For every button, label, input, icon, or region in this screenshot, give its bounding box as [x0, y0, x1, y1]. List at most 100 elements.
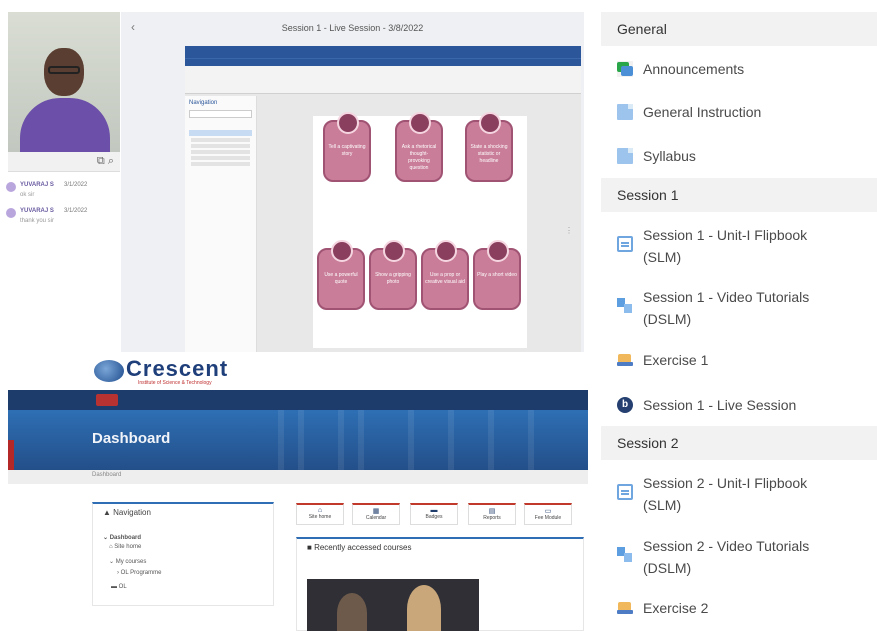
section-title: Session 2 [617, 435, 679, 451]
activity-label: Session 1 - Unit-I Flipbook (SLM) [643, 227, 808, 265]
screen-share-area: ‹ Session 1 - Live Session - 3/8/2022 Na… [121, 12, 584, 362]
activity-label: Syllabus [643, 148, 696, 164]
hook-card-icon [409, 112, 431, 134]
hook-card: Use a prop or creative visual aid [421, 240, 469, 310]
avatar [6, 208, 16, 218]
nav-search-input[interactable] [189, 110, 252, 118]
activity-label: Exercise 1 [643, 352, 709, 368]
recent-courses-title: ■ Recently accessed courses [307, 543, 412, 552]
section-session-2[interactable]: Session 2 [601, 426, 877, 460]
nav-pane-title: Navigation [189, 100, 218, 106]
word-ribbon-tabs[interactable] [185, 58, 581, 66]
hook-card: Tell a captivating story [323, 112, 371, 182]
course-index-panel: General Announcements General Instructio… [601, 0, 877, 631]
word-ribbon[interactable] [185, 66, 581, 94]
breadcrumb-item[interactable]: Dashboard [92, 472, 121, 478]
screen: ⧉ ⌕ YUVARAJ S 3/1/2022 ok sir YUVARAJ S … [0, 0, 877, 631]
home-button[interactable] [96, 394, 118, 406]
file-icon [617, 104, 633, 120]
chat-author: YUVARAJ S [20, 208, 54, 214]
activity-label: Announcements [643, 61, 745, 77]
navigation-block-title: ▲ Navigation [103, 508, 151, 517]
home-icon: ⌂ [317, 507, 323, 514]
nav-item-ol[interactable]: ▬ OL [111, 584, 127, 590]
shortcut-fee-module[interactable]: ▭ Fee Module [524, 503, 572, 525]
chat-author: YUVARAJ S [20, 182, 54, 188]
nav-heading[interactable] [191, 144, 250, 148]
calendar-icon: ▦ [372, 508, 380, 515]
activity-label: Exercise 2 [643, 600, 709, 616]
word-navigation-pane: Navigation [185, 96, 257, 362]
shortcut-reports[interactable]: ▤ Reports [468, 503, 516, 525]
hook-card-icon [337, 112, 359, 134]
chat-date: 3/1/2022 [64, 182, 88, 188]
hook-card-text: Ask a rhetorical thought-provoking quest… [401, 144, 437, 171]
activity-label: Session 2 - Unit-I Flipbook (SLM) [643, 475, 808, 513]
hook-card-text: Tell a captivating story [328, 144, 366, 157]
site-logo-subtitle: Institute of Science & Technology [138, 380, 212, 386]
scroll-handle[interactable]: ⋮ [565, 226, 573, 235]
section-title: General [617, 21, 667, 37]
section-general[interactable]: General [601, 12, 877, 46]
word-titlebar [185, 46, 581, 58]
logo-icon [94, 360, 124, 382]
presenter-webcam [8, 12, 120, 152]
hook-card-icon [435, 240, 457, 262]
fee-icon: ▭ [544, 508, 552, 515]
nav-item-dashboard[interactable]: ⌄ Dashboard [103, 534, 141, 541]
hook-card-text: Play a short video [477, 272, 517, 278]
hook-card-text: Show a gripping photo [375, 272, 411, 285]
nav-heading[interactable] [191, 162, 250, 166]
activity-label: Session 1 - Video Tutorials (DSLM) [643, 289, 810, 327]
nav-heading[interactable] [191, 138, 250, 142]
top-navbar [8, 390, 588, 410]
hook-card: Show a gripping photo [369, 240, 417, 310]
section-session-1[interactable]: Session 1 [601, 178, 877, 212]
site-logo[interactable]: Crescent [126, 356, 228, 382]
activity-label: Session 2 - Video Tutorials (DSLM) [643, 538, 810, 576]
flipbook-icon [617, 236, 633, 252]
nav-item-my-courses[interactable]: ⌄ My courses [109, 558, 146, 565]
chat-text: thank you sir [20, 218, 55, 224]
hook-card-icon [331, 240, 353, 262]
flipbook-icon [617, 484, 633, 500]
navigation-block: ▲ Navigation ⌄ Dashboard ⌂ Site home ⌄ M… [92, 502, 274, 606]
page-title: Dashboard [92, 430, 171, 447]
hook-card-text: State a shocking statistic or headline [470, 144, 508, 164]
activity-label: General Instruction [643, 104, 762, 120]
chat-message: YUVARAJ S 3/1/2022 ok sir [6, 180, 124, 206]
nav-item-ol-programme[interactable]: › OL Programme [117, 570, 161, 576]
quiz-icon [617, 352, 633, 368]
bigbluebutton-icon: b [617, 397, 633, 413]
nav-heading-selected[interactable] [189, 130, 252, 136]
chat-date: 3/1/2022 [64, 208, 88, 214]
session-title: Session 1 - Live Session - 3/8/2022 [281, 23, 424, 33]
section-title: Session 1 [617, 187, 679, 203]
hook-card: Ask a rhetorical thought-provoking quest… [395, 112, 443, 182]
hook-card: Use a powerful quote [317, 240, 365, 310]
shortcut-calendar[interactable]: ▦ Calendar [352, 503, 400, 525]
chat-message: YUVARAJ S 3/1/2022 thank you sir [6, 206, 124, 232]
document-page: Tell a captivating story Ask a rhetorica… [313, 112, 527, 348]
hook-card-text: Use a powerful quote [324, 272, 358, 285]
webcam-controls: ⧉ ⌕ [8, 152, 120, 172]
nav-heading[interactable] [191, 150, 250, 154]
shortcut-badges[interactable]: ▬ Badges [410, 503, 458, 525]
chat-text: ok sir [20, 192, 35, 198]
avatar [6, 182, 16, 192]
shortcut-site-home[interactable]: ⌂ Site home [296, 503, 344, 525]
hook-card-text: Use a prop or creative visual aid [425, 272, 465, 285]
activity-label: Session 1 - Live Session [643, 397, 797, 413]
video-icon [617, 547, 633, 563]
hook-card: State a shocking statistic or headline [465, 112, 513, 182]
course-thumbnail[interactable] [307, 579, 479, 631]
page-header-banner: Dashboard [8, 410, 588, 470]
nav-item-site-home[interactable]: ⌂ Site home [109, 544, 141, 550]
hook-card-icon [487, 240, 509, 262]
hook-card-icon [479, 112, 501, 134]
breadcrumb: Dashboard [8, 470, 588, 484]
nav-heading[interactable] [191, 156, 250, 160]
word-document-window: Navigation Tell a captivating story Ask … [185, 46, 581, 362]
zoom-icon[interactable]: ⧉ ⌕ [97, 155, 114, 168]
announcements-icon [617, 61, 633, 77]
